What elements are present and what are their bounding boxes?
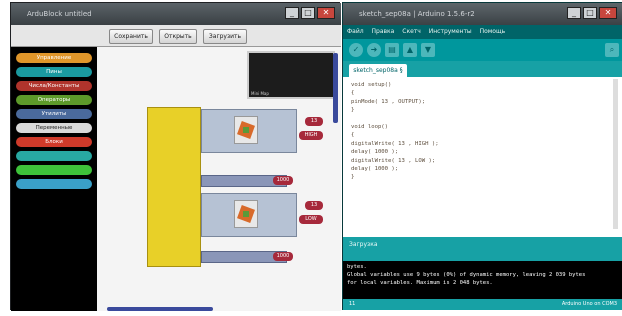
code-editor[interactable]: void setup() { pinMode( 13 , OUTPUT); } … — [343, 77, 622, 237]
save-icon[interactable]: ▼ — [421, 43, 435, 57]
category-control[interactable]: Управление — [16, 53, 92, 63]
minimize-button[interactable]: _ — [567, 7, 581, 19]
delay-value[interactable]: 1000 — [273, 176, 293, 185]
block-workspace[interactable]: Mini Map 13 HIGH 1000 13 LOW 1000 — [97, 47, 341, 311]
code-line: digitalWrite( 13 , HIGH ); — [351, 140, 439, 147]
menu-bar: Файл Правка Скетч Инструменты Помощь — [343, 25, 622, 39]
block-palette: Управление Пины Числа/Константы Оператор… — [11, 47, 97, 311]
code-line: digitalWrite( 13 , LOW ); — [351, 157, 436, 164]
minimize-button[interactable]: _ — [285, 7, 299, 19]
category-numbers[interactable]: Числа/Константы — [16, 81, 92, 91]
new-icon[interactable]: ▤ — [385, 43, 399, 57]
ardublock-toolbar: Сохранить Открыть Загрузить — [11, 25, 341, 47]
menu-tools[interactable]: Инструменты — [429, 28, 472, 35]
digital-write-block[interactable] — [201, 193, 297, 237]
category-pins[interactable]: Пины — [16, 67, 92, 77]
main-loop-block[interactable] — [147, 107, 201, 267]
board-image — [234, 116, 258, 144]
upload-button[interactable]: Загрузить — [203, 29, 247, 44]
tab-strip: sketch_sep08a § — [343, 61, 622, 77]
menu-help[interactable]: Помощь — [480, 28, 506, 35]
code-line: { — [351, 90, 355, 97]
ardublock-window: ArduBlock untitled _ □ ✕ Сохранить Откры… — [10, 2, 341, 311]
code-line: pinMode( 13 , OUTPUT); — [351, 98, 426, 105]
category-operators[interactable]: Операторы — [16, 95, 92, 105]
menu-sketch[interactable]: Скетч — [402, 28, 421, 35]
state-value[interactable]: HIGH — [299, 131, 323, 140]
line-number: 11 — [349, 301, 356, 307]
arduino-window-controls: _ □ ✕ — [567, 7, 617, 19]
code-line: delay( 1000 ); — [351, 149, 399, 156]
pin-value[interactable]: 13 — [305, 117, 323, 126]
category-9[interactable] — [16, 165, 92, 175]
code-line: void setup() — [351, 82, 392, 88]
minimap[interactable]: Mini Map — [247, 51, 335, 99]
category-blocks[interactable]: Блоки — [16, 137, 92, 147]
digital-write-block[interactable] — [201, 109, 297, 153]
close-button[interactable]: ✕ — [599, 7, 617, 19]
close-button[interactable]: ✕ — [317, 7, 335, 19]
code-line: void loop() — [351, 123, 389, 130]
open-icon[interactable]: ▲ — [403, 43, 417, 57]
console-line: Global variables use 9 bytes (0%) of dyn… — [347, 272, 586, 278]
board-port: Arduino Uno on COM3 — [561, 301, 617, 307]
open-button[interactable]: Открыть — [159, 29, 197, 44]
editor-scrollbar[interactable] — [613, 79, 618, 229]
horizontal-scrollbar[interactable] — [107, 307, 213, 311]
save-button[interactable]: Сохранить — [109, 29, 153, 44]
console-output: bytes. Global variables use 9 bytes (0%)… — [343, 261, 622, 299]
pin-value[interactable]: 13 — [305, 201, 323, 210]
code-line: { — [351, 132, 355, 139]
category-utilities[interactable]: Утилиты — [16, 109, 92, 119]
code-line: } — [351, 107, 355, 114]
category-10[interactable] — [16, 179, 92, 189]
arduino-ide-window: sketch_sep08a | Arduino 1.5.6-r2 _ □ ✕ Ф… — [342, 2, 622, 310]
state-value[interactable]: LOW — [299, 215, 323, 224]
code-line: delay( 1000 ); — [351, 165, 399, 172]
category-8[interactable] — [16, 151, 92, 161]
minimap-label: Mini Map — [251, 91, 269, 96]
verify-icon[interactable]: ✓ — [349, 43, 363, 57]
status-bar: Загрузка — [343, 237, 622, 261]
code-line: } — [351, 174, 355, 181]
menu-file[interactable]: Файл — [347, 28, 364, 35]
console-line: for local variables. Maximum is 2 048 by… — [347, 280, 493, 286]
maximize-button[interactable]: □ — [301, 7, 315, 19]
board-image — [234, 200, 258, 228]
vertical-scrollbar[interactable] — [333, 53, 338, 123]
category-variables[interactable]: Переменные — [16, 123, 92, 133]
ardublock-window-controls: _ □ ✕ — [285, 7, 335, 19]
delay-value[interactable]: 1000 — [273, 252, 293, 261]
serial-monitor-icon[interactable]: ⌕ — [605, 43, 619, 57]
sketch-tab[interactable]: sketch_sep08a § — [349, 64, 407, 77]
ide-toolbar: ✓ ➜ ▤ ▲ ▼ ⌕ — [343, 39, 622, 61]
upload-icon[interactable]: ➜ — [367, 43, 381, 57]
console-line: bytes. — [347, 264, 367, 270]
footer-bar: 11 Arduino Uno on COM3 — [343, 299, 622, 310]
maximize-button[interactable]: □ — [583, 7, 597, 19]
menu-edit[interactable]: Правка — [372, 28, 395, 35]
